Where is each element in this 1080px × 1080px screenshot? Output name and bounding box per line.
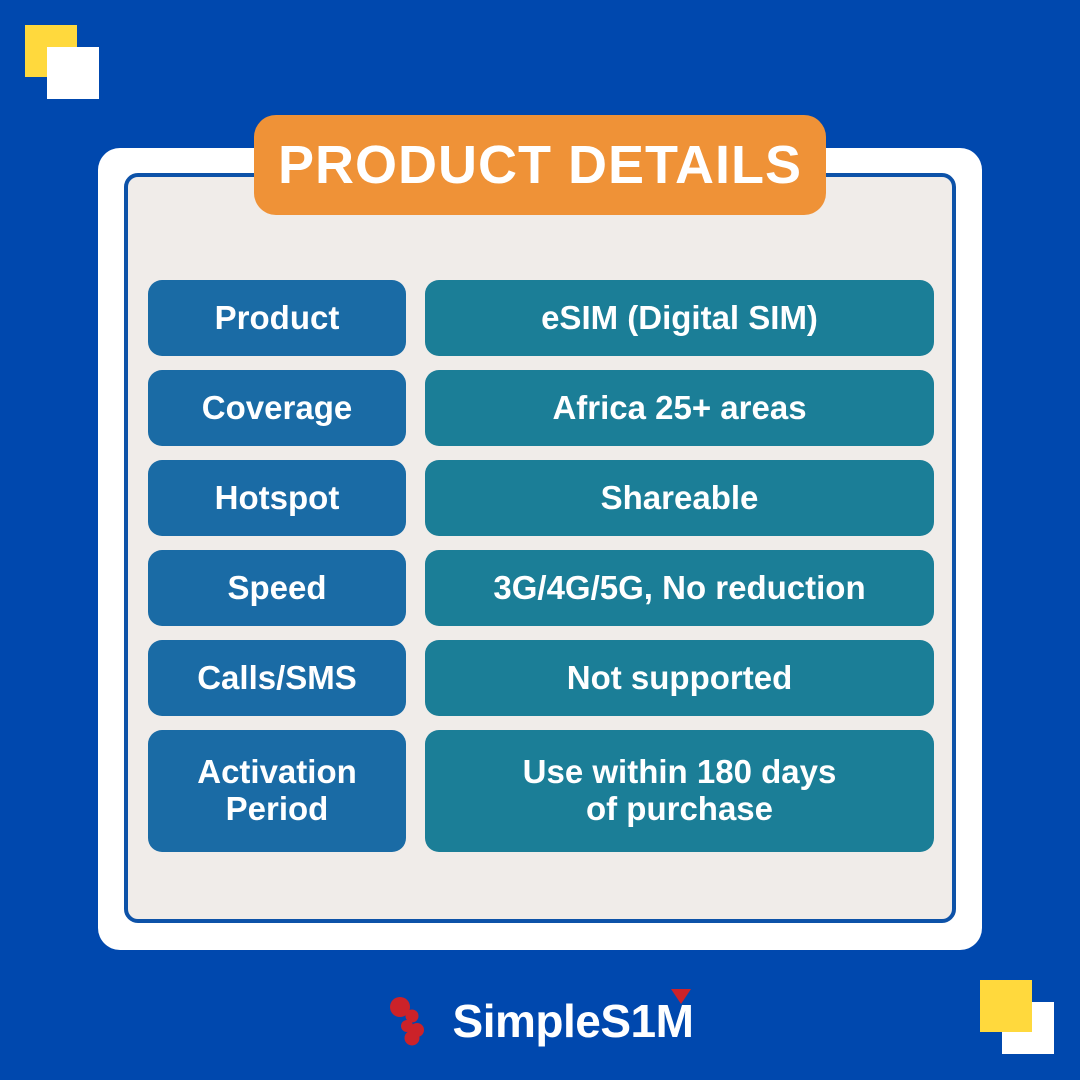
table-row: Activation Period Use within 180 days of…	[148, 730, 934, 852]
brand-wordmark: SimpleS1M	[452, 989, 694, 1047]
corner-decoration-top-left	[25, 25, 100, 100]
spec-value-line-2: of purchase	[585, 790, 774, 827]
spec-value-hotspot: Shareable	[425, 460, 934, 536]
table-row: Coverage Africa 25+ areas	[148, 370, 934, 446]
footer-logo: SimpleS1M	[0, 989, 1080, 1052]
simplesim-dots-logo-icon	[389, 997, 424, 1046]
spec-table: Product eSIM (Digital SIM) Coverage Afri…	[148, 280, 934, 852]
spec-value-product: eSIM (Digital SIM)	[425, 280, 934, 356]
brand-name: SimpleS1M	[452, 995, 694, 1047]
white-square-icon	[47, 47, 99, 99]
spec-value-speed: 3G/4G/5G, No reduction	[425, 550, 934, 626]
spec-label-hotspot: Hotspot	[148, 460, 406, 536]
spec-label-product: Product	[148, 280, 406, 356]
table-row: Calls/SMS Not supported	[148, 640, 934, 716]
table-row: Product eSIM (Digital SIM)	[148, 280, 934, 356]
table-row: Speed 3G/4G/5G, No reduction	[148, 550, 934, 626]
triangle-accent-icon	[671, 989, 692, 1004]
spec-value-activation-period: Use within 180 days of purchase	[425, 730, 934, 852]
page-title-badge: PRODUCT DETAILS	[254, 115, 826, 215]
spec-label-speed: Speed	[148, 550, 406, 626]
spec-value-coverage: Africa 25+ areas	[425, 370, 934, 446]
spec-value-calls-sms: Not supported	[425, 640, 934, 716]
spec-label-calls-sms: Calls/SMS	[148, 640, 406, 716]
table-row: Hotspot Shareable	[148, 460, 934, 536]
spec-label-activation-period: Activation Period	[148, 730, 406, 852]
spec-value-line-1: Use within 180 days	[522, 753, 837, 791]
page-title: PRODUCT DETAILS	[278, 135, 802, 195]
spec-label-coverage: Coverage	[148, 370, 406, 446]
